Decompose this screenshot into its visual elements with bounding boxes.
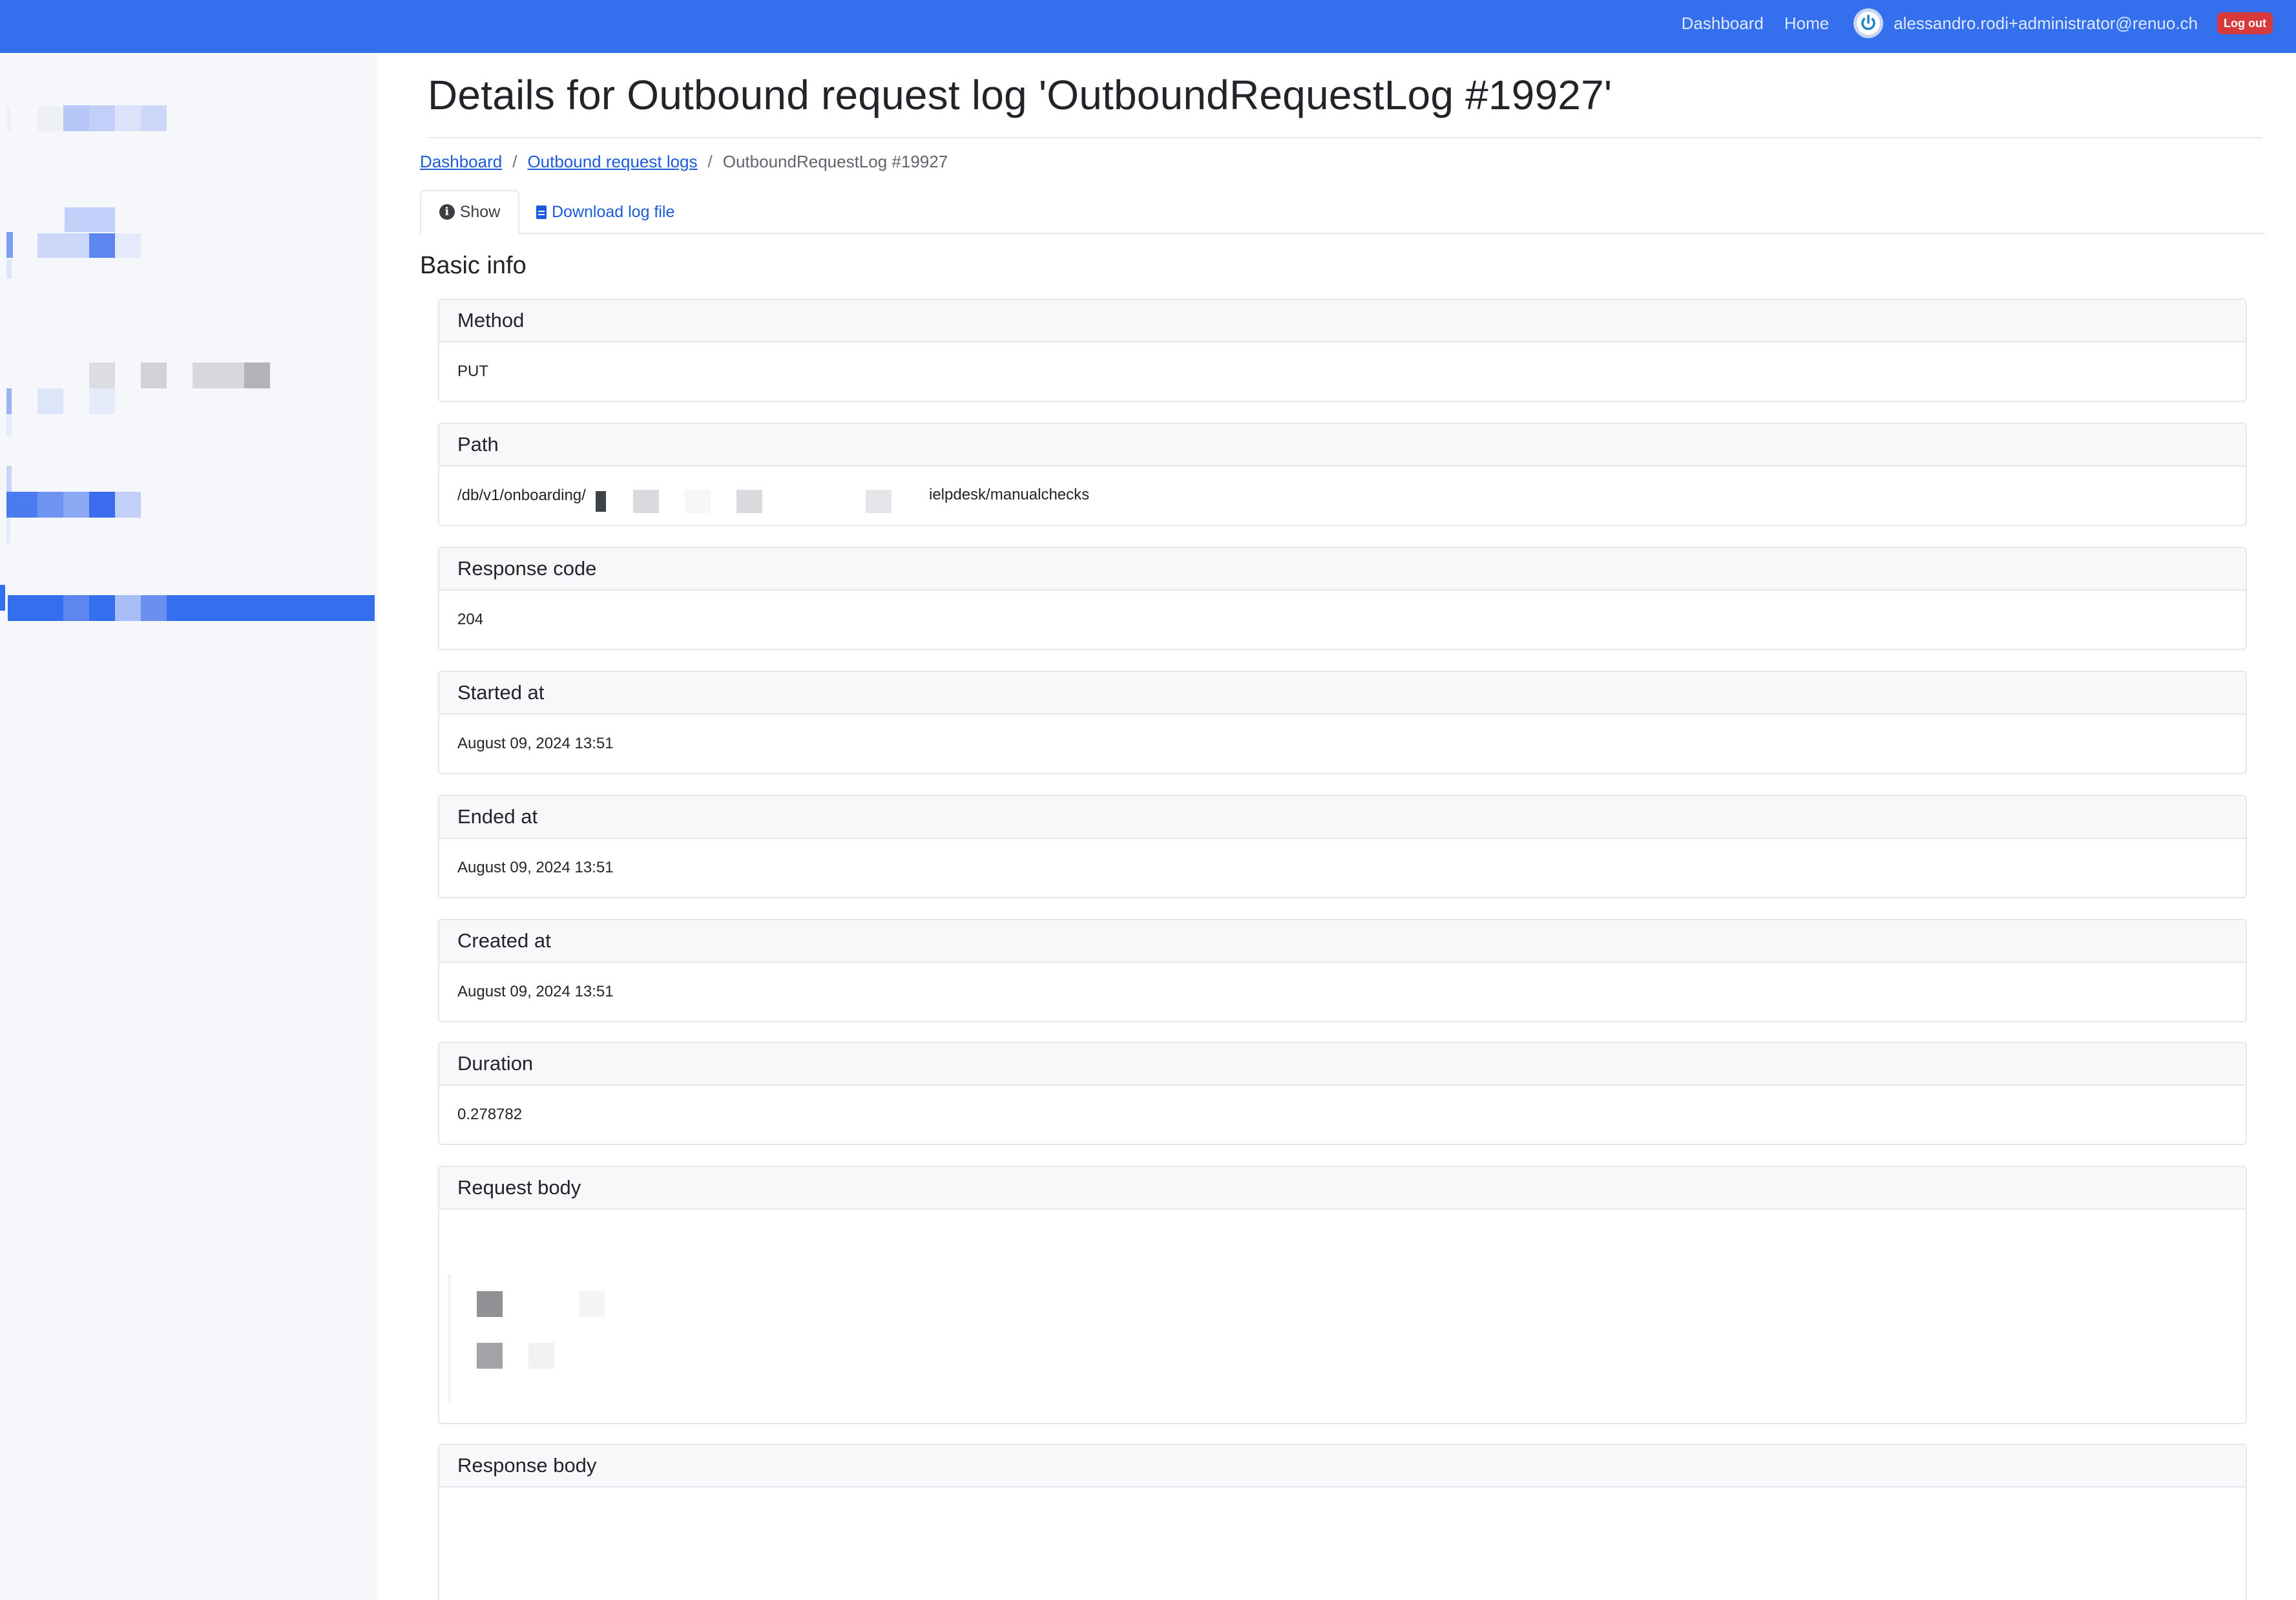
sidebar-blur-block — [6, 414, 12, 436]
sidebar-blur-block — [65, 207, 115, 232]
sidebar-blur-block — [115, 233, 141, 258]
field-value: 204 — [457, 611, 484, 628]
sidebar-blur-block — [89, 233, 115, 258]
sidebar-blur-block — [244, 363, 270, 388]
breadcrumb-separator: / — [707, 151, 713, 171]
field-card-path: Path /db/v1/onboarding/ ielpdesk/manualc… — [438, 423, 2247, 526]
sidebar-blur-block — [37, 388, 63, 414]
field-card-response-code: Response code 204 — [438, 547, 2247, 650]
field-value-request-body — [439, 1210, 2246, 1423]
sidebar-blur-block — [89, 388, 115, 414]
field-value: August 09, 2024 13:51 — [457, 859, 614, 876]
field-label: Started at — [439, 672, 2246, 715]
info-circle-icon: i — [439, 204, 455, 220]
tab-download-label: Download log file — [552, 202, 675, 221]
sidebar-blur-block — [141, 105, 167, 131]
field-card-method: Method PUT — [438, 299, 2247, 402]
sidebar — [0, 53, 377, 1600]
redaction-block — [685, 490, 711, 513]
redaction-block — [477, 1291, 503, 1317]
field-card-request-body: Request body — [438, 1166, 2247, 1424]
sidebar-blur-block — [115, 105, 141, 131]
path-value-end: ielpdesk/manualchecks — [929, 486, 1090, 503]
sidebar-blur-block — [193, 363, 244, 388]
field-value: PUT — [457, 363, 488, 380]
field-card-ended-at: Ended at August 09, 2024 13:51 — [438, 795, 2247, 898]
field-value: 0.278782 — [457, 1106, 523, 1123]
redaction-block — [596, 491, 606, 512]
field-label: Request body — [439, 1167, 2246, 1210]
field-card-duration: Duration 0.278782 — [438, 1042, 2247, 1145]
sidebar-blur-block — [6, 466, 12, 492]
sidebar-blur-block — [63, 492, 89, 518]
sidebar-blur-block — [63, 105, 89, 131]
page-root: Dashboard Home alessandro.rodi+administr… — [0, 0, 2296, 1600]
top-navbar: Dashboard Home alessandro.rodi+administr… — [0, 0, 2296, 53]
sidebar-blur-block — [37, 492, 63, 518]
sidebar-blur-block — [89, 363, 115, 388]
redaction-block — [633, 490, 659, 513]
sidebar-blur-block — [37, 107, 63, 131]
sidebar-blur-block — [89, 492, 115, 518]
field-value: August 09, 2024 13:51 — [457, 735, 614, 752]
power-icon[interactable] — [1853, 8, 1884, 38]
field-value-response-body — [439, 1488, 2246, 1600]
navbar-links: Dashboard Home alessandro.rodi+administr… — [1682, 0, 2273, 47]
sidebar-blur-block — [6, 232, 13, 258]
tabs-divider — [420, 233, 2265, 234]
breadcrumb: Dashboard / Outbound request logs / Outb… — [420, 149, 948, 174]
tabs: i Show Download log file — [420, 189, 2265, 234]
sidebar-blur-block — [115, 492, 141, 518]
field-card-created-at: Created at August 09, 2024 13:51 — [438, 919, 2247, 1022]
title-divider — [428, 137, 2262, 138]
user-email: alessandro.rodi+administrator@renuo.ch — [1894, 13, 2198, 33]
path-value-start: /db/v1/onboarding/ — [457, 487, 586, 504]
field-card-response-body: Response body — [438, 1444, 2247, 1600]
field-card-started-at: Started at August 09, 2024 13:51 — [438, 671, 2247, 774]
logout-button[interactable]: Log out — [2217, 12, 2273, 34]
tab-download-log-file[interactable]: Download log file — [536, 190, 674, 234]
sidebar-blur-block — [6, 259, 12, 279]
sidebar-blur-block — [141, 363, 167, 388]
field-label: Method — [439, 300, 2246, 342]
breadcrumb-separator: / — [512, 151, 517, 171]
sidebar-blur-block — [141, 595, 167, 621]
sidebar-blur-block — [37, 233, 89, 258]
field-label: Ended at — [439, 796, 2246, 839]
sidebar-blur-block — [63, 595, 89, 621]
field-label: Response body — [439, 1445, 2246, 1488]
field-value: August 09, 2024 13:51 — [457, 983, 614, 1000]
sidebar-blur-block — [89, 105, 115, 131]
redaction-block — [579, 1291, 605, 1317]
field-value: /db/v1/onboarding/ ielpdesk/manualchecks — [439, 467, 2246, 525]
nav-dashboard-link[interactable]: Dashboard — [1682, 14, 1764, 34]
section-title-basic-info: Basic info — [420, 252, 527, 279]
redaction-block — [477, 1343, 503, 1369]
field-label: Duration — [439, 1043, 2246, 1086]
field-label: Path — [439, 424, 2246, 467]
sidebar-blur-block — [6, 388, 12, 414]
breadcrumb-dashboard-link[interactable]: Dashboard — [420, 152, 502, 172]
sidebar-active-indicator — [0, 585, 5, 611]
tab-show[interactable]: i Show — [420, 190, 519, 234]
breadcrumb-current: OutboundRequestLog #19927 — [722, 151, 948, 171]
redaction-block — [866, 490, 892, 513]
sidebar-blur-block — [115, 595, 141, 621]
field-label: Created at — [439, 920, 2246, 963]
tab-show-label: Show — [459, 202, 501, 221]
sidebar-blur-block — [6, 107, 10, 131]
sidebar-blur-block — [6, 492, 37, 518]
redaction-block — [736, 490, 762, 513]
sidebar-blur-block — [6, 518, 10, 543]
page-title: Details for Outbound request log 'Outbou… — [428, 72, 1612, 118]
power-icon-glyph — [1857, 12, 1881, 35]
code-block-gutter — [448, 1274, 451, 1404]
nav-home-link[interactable]: Home — [1784, 14, 1829, 34]
breadcrumb-outbound-logs-link[interactable]: Outbound request logs — [527, 152, 697, 172]
file-icon — [536, 205, 547, 219]
redaction-block — [528, 1343, 554, 1369]
field-label: Response code — [439, 548, 2246, 591]
